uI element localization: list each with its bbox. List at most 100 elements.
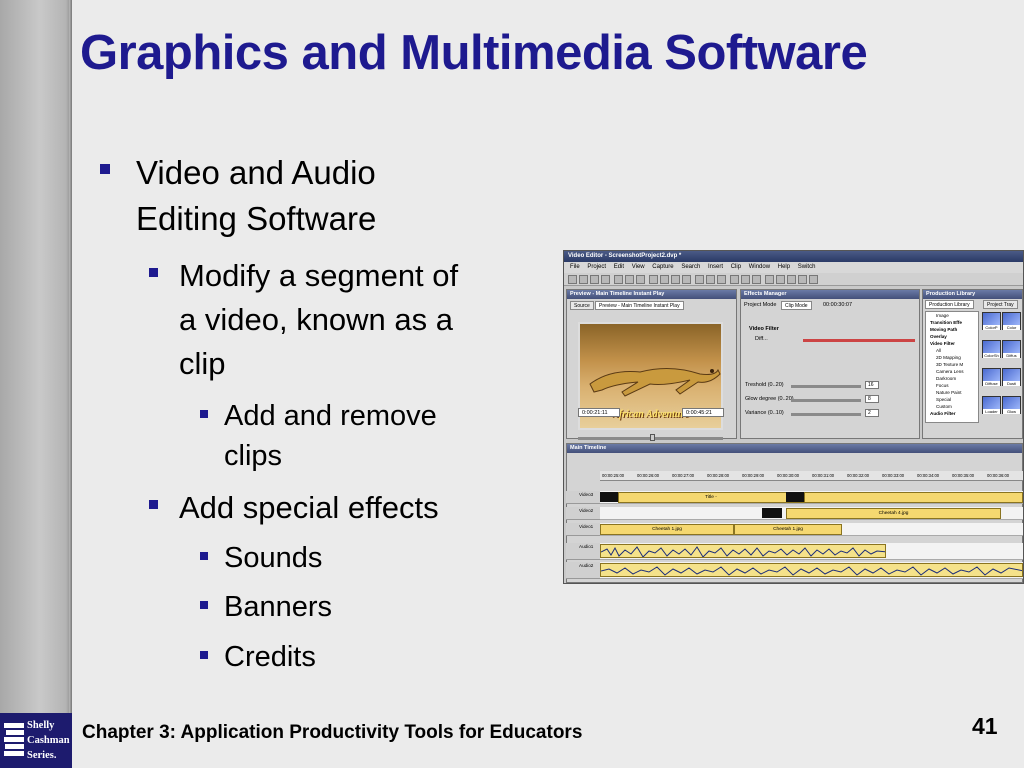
slide-footer: Chapter 3: Application Productivity Tool… bbox=[82, 722, 583, 743]
toolbar-button bbox=[625, 275, 634, 284]
menu-clip: Clip bbox=[730, 264, 742, 270]
variance-value: 2 bbox=[865, 409, 879, 417]
menu-capture: Capture bbox=[652, 264, 674, 270]
ruler-tick: 00:00:33:00 bbox=[882, 473, 905, 478]
slide-sidebar-band bbox=[0, 0, 72, 768]
bullet-add-remove-clips: Add and remove bbox=[200, 396, 437, 437]
bullet-text: Video and Audio bbox=[136, 154, 376, 191]
bullet-marker bbox=[200, 410, 208, 418]
bullet-marker bbox=[200, 651, 208, 659]
effects-timecode: 00:00:30:07 bbox=[823, 302, 853, 308]
toolbar-button bbox=[717, 275, 726, 284]
ruler-tick: 00:00:36:00 bbox=[987, 473, 1010, 478]
waveform-icon bbox=[601, 546, 885, 557]
library-item: Video Filter bbox=[930, 341, 955, 346]
ruler-tick: 00:00:34:00 bbox=[917, 473, 940, 478]
toolbar-button bbox=[776, 275, 785, 284]
glow-value: 8 bbox=[865, 395, 879, 403]
glow-slider bbox=[791, 399, 861, 402]
ruler-tick: 00:00:31:00 bbox=[812, 473, 835, 478]
toolbar-button bbox=[741, 275, 750, 284]
ruler-tick: 00:00:26:00 bbox=[637, 473, 660, 478]
library-tree: Image Transition Effe Moving Path Overla… bbox=[925, 311, 979, 423]
library-item: Nature Paint bbox=[936, 390, 962, 395]
bullet-text: Banners bbox=[224, 591, 333, 623]
effect-thumbnail: Loader bbox=[982, 396, 1001, 414]
bullet-video-audio: Video and Audio bbox=[100, 150, 376, 196]
tab-production-library: Production Library bbox=[925, 300, 974, 309]
black-clip bbox=[762, 508, 782, 518]
library-item: Moving Path bbox=[930, 327, 958, 332]
keyframe-track bbox=[803, 339, 915, 342]
toolbar-button bbox=[809, 275, 818, 284]
tab-source: Source bbox=[570, 301, 594, 310]
library-item: 3D Texture M bbox=[936, 362, 964, 367]
menu-edit: Edit bbox=[613, 264, 625, 270]
toolbar-button bbox=[614, 275, 623, 284]
threshold-label: Treshold (0..20) bbox=[745, 382, 784, 388]
effect-thumbnail: Diffuse bbox=[982, 368, 1001, 386]
toolbar-button bbox=[649, 275, 658, 284]
preview-timecode-right: 0:00:45:21 bbox=[682, 408, 724, 417]
track-label-audio1: Audio1 bbox=[566, 543, 600, 560]
library-item: Audio Filter bbox=[930, 411, 956, 416]
audio-waveform bbox=[600, 563, 1023, 577]
timeline-ruler: 00:00:25:00 00:00:26:00 00:00:27:00 00:0… bbox=[600, 471, 1023, 481]
effect-thumbnail: Diffus bbox=[1002, 340, 1021, 358]
threshold-value: 16 bbox=[865, 381, 879, 389]
effect-thumbnail: ColorP bbox=[982, 312, 1001, 330]
library-item: All bbox=[936, 348, 942, 353]
library-item: Special bbox=[936, 397, 952, 402]
black-clip bbox=[786, 492, 804, 502]
toolbar-button bbox=[765, 275, 774, 284]
library-item: Camera Lens bbox=[936, 369, 964, 374]
ruler-tick: 00:00:30:00 bbox=[777, 473, 800, 478]
audio-waveform bbox=[600, 544, 886, 558]
threshold-slider bbox=[791, 385, 861, 388]
ruler-tick: 00:00:25:00 bbox=[602, 473, 625, 478]
library-item: Custom bbox=[936, 404, 952, 409]
bullet-add-remove-clips-cont: clips bbox=[224, 440, 283, 472]
track-label-audio2: Audio2 bbox=[566, 562, 600, 579]
library-item: Darkroom bbox=[936, 376, 957, 381]
toolbar-button bbox=[730, 275, 739, 284]
series-line-3: Series. bbox=[27, 750, 57, 761]
effect-thumbnail: Color bbox=[1002, 312, 1021, 330]
library-panel-header: Production Library bbox=[923, 290, 1022, 299]
diff-filter-label: Diff... bbox=[755, 336, 768, 342]
shelly-cashman-series-logo: Shelly Cashman Series. bbox=[0, 713, 72, 768]
track-audio2 bbox=[600, 562, 1023, 579]
series-logo-text: Shelly Cashman Series. bbox=[27, 718, 70, 763]
ruler-tick: 00:00:27:00 bbox=[672, 473, 695, 478]
bullet-text: Modify a segment of bbox=[179, 258, 459, 293]
preview-scrub-knob bbox=[650, 434, 655, 441]
bullet-text: Add and remove bbox=[224, 400, 437, 432]
slide-page-number: 41 bbox=[972, 713, 998, 739]
effects-manager-panel: Effects Manager Project Mode Clip Mode 0… bbox=[740, 289, 920, 439]
variance-label: Variance (0..10) bbox=[745, 410, 784, 416]
timeline-panel-header: Main Timeline bbox=[567, 444, 1022, 453]
bullet-marker bbox=[200, 601, 208, 609]
track-label-video3: Video3 bbox=[566, 491, 600, 504]
books-stack-icon bbox=[4, 723, 24, 756]
ruler-tick: 00:00:29:00 bbox=[742, 473, 765, 478]
bullet-modify-segment-cont2: clip bbox=[179, 346, 226, 381]
glow-degree-label: Glow degree (0..20) bbox=[745, 396, 794, 402]
toolbar-button bbox=[752, 275, 761, 284]
track-label-video1: Video1 bbox=[566, 523, 600, 536]
black-clip bbox=[600, 492, 618, 502]
toolbar-button bbox=[568, 275, 577, 284]
clip-cheetah-1: Cheetah 1.jpg bbox=[600, 524, 734, 535]
toolbar-button bbox=[798, 275, 807, 284]
clip-cheetah-4: Cheetah 4.jpg bbox=[786, 508, 1001, 519]
ruler-tick: 00:00:28:00 bbox=[707, 473, 730, 478]
bullet-credits: Credits bbox=[200, 637, 316, 678]
video-filter-label: Video Filter bbox=[749, 326, 779, 332]
app-menubar: File Project Edit View Capture Search In… bbox=[564, 262, 1023, 273]
track-audio1 bbox=[600, 543, 1023, 560]
library-item: Focus bbox=[936, 383, 949, 388]
bullet-marker bbox=[100, 164, 110, 174]
effect-thumbnail: Glow bbox=[1002, 396, 1021, 414]
track-video2: Cheetah 4.jpg bbox=[600, 507, 1023, 520]
menu-view: View bbox=[631, 264, 645, 270]
